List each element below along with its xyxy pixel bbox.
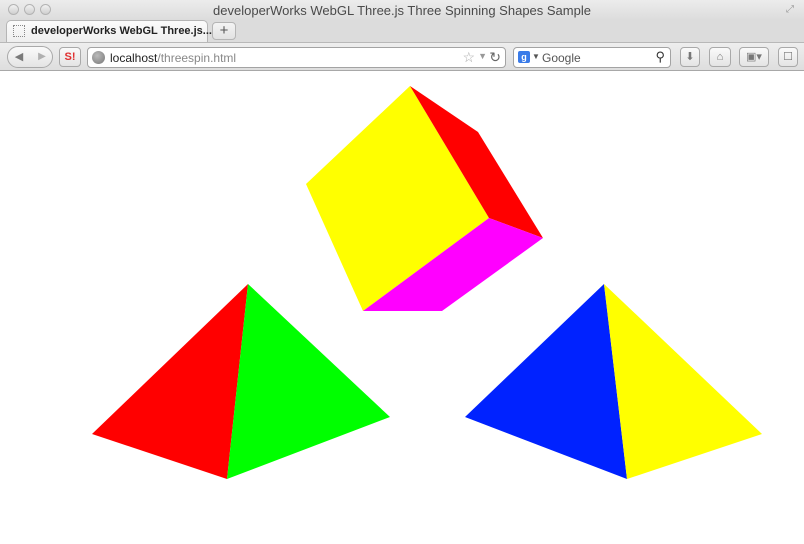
tab-label: developerWorks WebGL Three.js... — [31, 25, 212, 37]
page-favicon-icon — [13, 25, 25, 37]
pyramid-right-face-right — [604, 284, 762, 479]
panorama-button[interactable]: ▣▾ — [739, 47, 769, 67]
pyramid-right-shape — [465, 284, 762, 479]
tab-active[interactable]: developerWorks WebGL Three.js... — [6, 20, 212, 42]
url-host: localhost — [110, 51, 158, 65]
navigation-toolbar: ◀ ▶ S! localhost/threespin.html ☆ ▼ ↻ g … — [0, 42, 804, 71]
google-icon[interactable]: g — [518, 51, 530, 63]
webgl-canvas[interactable] — [0, 71, 804, 544]
pyramid-right-face-left — [465, 284, 627, 479]
back-button[interactable]: ◀ — [8, 47, 30, 67]
url-text: localhost/threespin.html — [110, 51, 236, 65]
home-button[interactable]: ⌂ — [709, 47, 731, 67]
search-icon[interactable]: ⚲ — [655, 49, 665, 65]
page-content — [0, 71, 804, 544]
cube-shape — [306, 86, 543, 311]
reload-icon[interactable]: ↻ — [489, 49, 501, 66]
globe-icon — [92, 51, 105, 64]
fullscreen-icon[interactable]: ⤢ — [786, 4, 798, 16]
window-title: developerWorks WebGL Three.js Three Spin… — [213, 3, 591, 18]
pyramid-left-shape — [92, 284, 390, 479]
window-titlebar: developerWorks WebGL Three.js Three Spin… — [0, 0, 804, 20]
search-bar[interactable]: g ▼ ⚲ — [513, 47, 671, 68]
url-path: /threespin.html — [157, 51, 237, 65]
stumbleupon-button[interactable]: S! — [59, 47, 81, 67]
new-tab-button[interactable]: + — [212, 22, 236, 40]
tab-strip: developerWorks WebGL Three.js... + — [0, 20, 804, 42]
url-bar[interactable]: localhost/threespin.html ☆ ▼ ↻ — [87, 47, 506, 68]
search-engine-dropdown-icon[interactable]: ▼ — [532, 52, 540, 61]
search-input[interactable] — [542, 49, 652, 66]
sync-button[interactable]: ☐ — [778, 47, 798, 67]
pyramid-left-face-right — [227, 284, 390, 479]
forward-button[interactable]: ▶ — [32, 47, 52, 67]
back-forward-group: ◀ ▶ — [7, 46, 53, 68]
bookmark-star-icon[interactable]: ☆ — [462, 49, 475, 66]
url-history-dropdown-icon[interactable]: ▼ — [478, 51, 487, 61]
downloads-button[interactable]: ⬇ — [680, 47, 700, 67]
pyramid-left-face-left — [92, 284, 248, 479]
